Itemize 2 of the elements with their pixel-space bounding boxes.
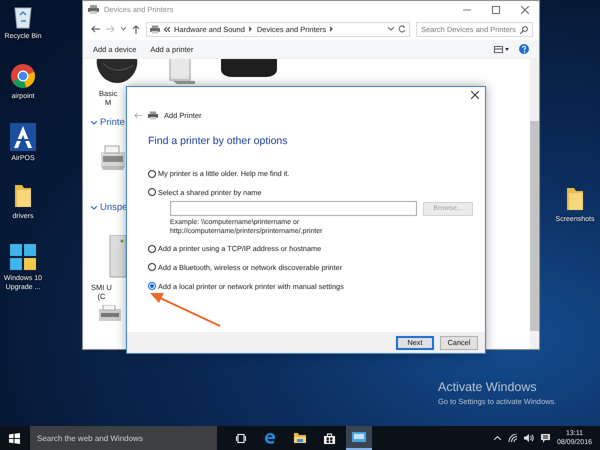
activation-title: Activate Windows	[438, 380, 538, 394]
dialog-heading: Find a printer by other options	[148, 135, 288, 147]
